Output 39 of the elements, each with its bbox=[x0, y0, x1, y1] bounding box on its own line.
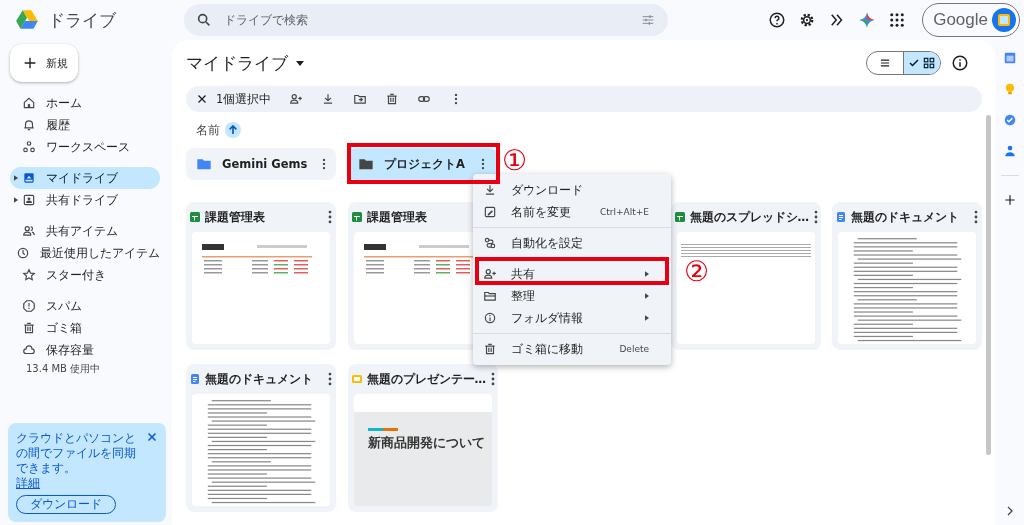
nav-item[interactable]: ホーム bbox=[10, 92, 160, 114]
nav-item[interactable]: 保存容量 bbox=[10, 339, 160, 361]
menu-item[interactable]: ダウンロード bbox=[473, 179, 671, 201]
nav-item[interactable]: スター付き bbox=[10, 264, 160, 286]
file-title: 無題のプレゼンテー… bbox=[366, 371, 486, 387]
file-title: 無題のスプレッドシ… bbox=[689, 209, 809, 225]
search-bar[interactable]: ドライブで検索 bbox=[184, 4, 668, 36]
banner-text: クラウドとパソコンとの間でファイルを同期できます。 bbox=[16, 431, 137, 476]
nav-item[interactable]: スパム bbox=[10, 295, 160, 317]
nav-item[interactable]: マイドライブ bbox=[10, 167, 160, 189]
nav-item[interactable]: 共有アイテム bbox=[10, 220, 160, 242]
storage-usage: 13.4 MB 使用中 bbox=[26, 362, 102, 376]
nav-item[interactable]: ゴミ箱 bbox=[10, 317, 160, 339]
slide-title: 新商品開発について bbox=[367, 435, 486, 452]
folder-card[interactable]: Gemini Gems bbox=[186, 148, 336, 180]
details-link[interactable]: 詳細 bbox=[16, 476, 40, 490]
file-card[interactable]: 課題管理表 bbox=[186, 202, 336, 350]
nav-item[interactable]: 履歴 bbox=[10, 114, 160, 136]
file-title: 無題のドキュメント bbox=[851, 209, 959, 225]
step-number: ② bbox=[684, 254, 710, 290]
new-button[interactable]: 新規 bbox=[10, 44, 78, 82]
file-card[interactable]: 無題のドキュメント bbox=[186, 364, 336, 512]
file-card[interactable]: 無題のドキュメント bbox=[832, 202, 982, 350]
shortcut-label: Ctrl+Alt+E bbox=[600, 207, 649, 217]
search-input[interactable]: ドライブで検索 bbox=[222, 12, 630, 28]
page-title[interactable]: マイドライブ bbox=[186, 51, 288, 75]
nav-item[interactable]: ワークスペース bbox=[10, 136, 160, 158]
step-number: ① bbox=[502, 143, 528, 179]
file-title: 課題管理表 bbox=[205, 209, 265, 225]
file-title: 無題のドキュメント bbox=[205, 371, 313, 387]
nav-item[interactable]: 最近使用したアイテム bbox=[10, 242, 160, 264]
file-card[interactable]: 無題のプレゼンテー… 新商品開発について bbox=[347, 364, 498, 512]
selection-count: 1個選択中 bbox=[216, 91, 272, 107]
nav-item[interactable]: 共有ドライブ bbox=[10, 189, 160, 211]
app-name: ドライブ bbox=[48, 8, 117, 32]
sort-label[interactable]: 名前 bbox=[196, 122, 220, 138]
folder-card[interactable]: プロジェクトA bbox=[348, 148, 498, 180]
file-title: 課題管理表 bbox=[366, 209, 427, 225]
shortcut-label: Delete bbox=[619, 344, 649, 354]
